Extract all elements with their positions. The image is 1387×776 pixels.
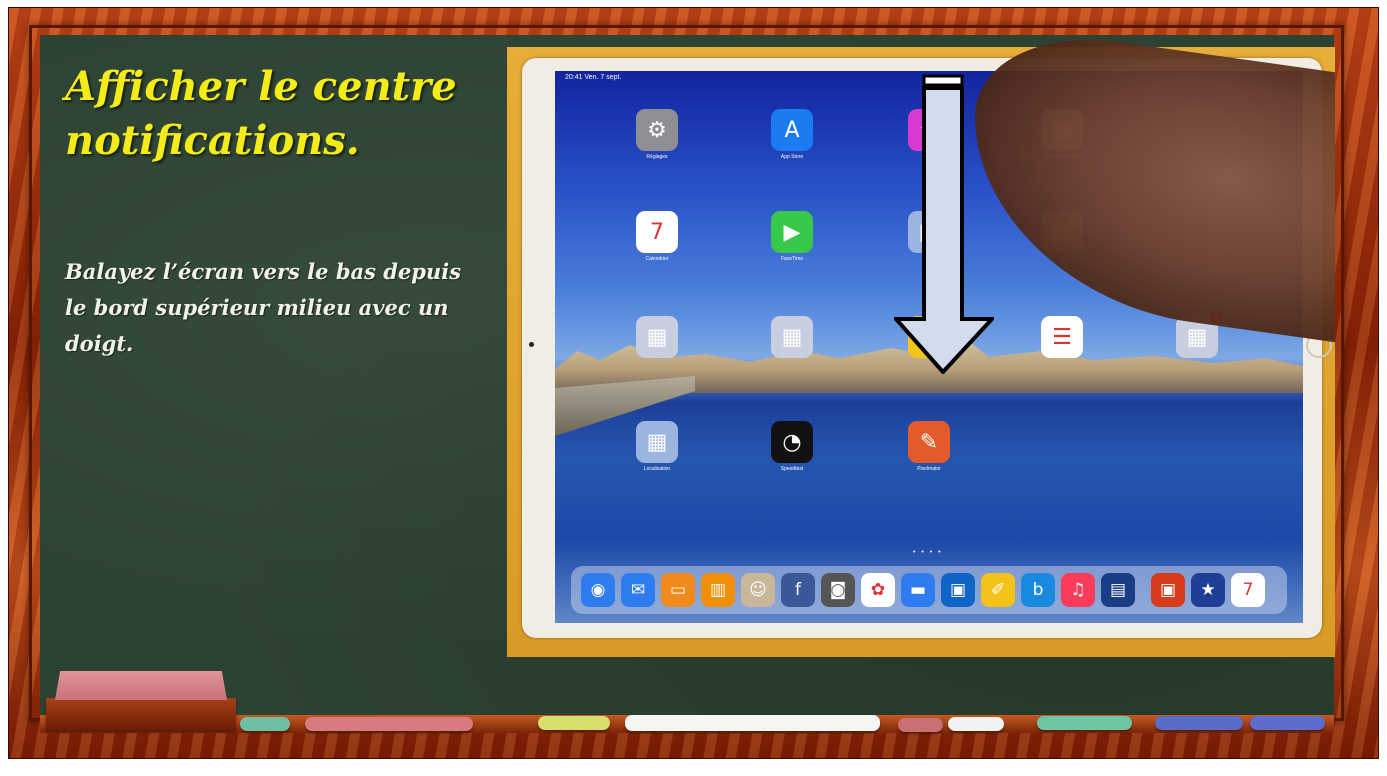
app-label: App Store — [780, 154, 804, 160]
speedometer-icon: ◔ — [771, 421, 813, 463]
app-label: Pixelmator — [917, 466, 941, 472]
status-bar: 20:41 Ven. 7 sept. — [565, 74, 622, 81]
app-store-icon: A — [771, 109, 813, 151]
calendar-small-icon[interactable]: 7 — [1231, 573, 1265, 607]
chalk-white-long — [625, 715, 880, 731]
app-speedometer[interactable]: ◔ Speedtest — [770, 421, 814, 472]
app-pixelmator[interactable]: ✎ Pixelmator — [907, 421, 951, 472]
mail-envelope-icon[interactable]: ✉ — [621, 573, 655, 607]
settings-gear-icon: ⚙ — [636, 109, 678, 151]
calendar-icon: 7 — [636, 211, 678, 253]
chalk-pink — [305, 717, 473, 731]
office-icon[interactable]: ▣ — [1151, 573, 1185, 607]
reminders-icon: ☰ — [1041, 316, 1083, 358]
instruction-text: Balayez l’écran vers le bas depuis le bo… — [65, 259, 462, 356]
chalk-blue-2 — [1250, 716, 1325, 730]
books-icon[interactable]: ▥ — [701, 573, 735, 607]
app-reminders[interactable]: ☰ — [1040, 316, 1084, 361]
app-calendar[interactable]: 7 Calendrier — [635, 211, 679, 262]
star-app-icon[interactable]: ★ — [1191, 573, 1225, 607]
app-settings-gear[interactable]: ⚙ Réglages — [635, 109, 679, 160]
app-label: Réglages — [646, 154, 668, 160]
video-camera-icon: ▶ — [771, 211, 813, 253]
eraser-felt — [55, 671, 227, 700]
dock: ◉ ✉ ▭ ▥ ☺ f ◙ ✿ ▬ ▣ ✐ b ♫ ▤ ▣ ★ 7 — [571, 566, 1287, 614]
pencil-notes-icon[interactable]: ✐ — [981, 573, 1015, 607]
files-folder-icon[interactable]: ▬ — [901, 573, 935, 607]
page-indicator[interactable]: • • • • — [913, 549, 943, 556]
eraser-base — [46, 698, 236, 730]
barcode-icon[interactable]: ▤ — [1101, 573, 1135, 607]
front-camera — [529, 342, 534, 347]
cassette-icon[interactable]: ▭ — [661, 573, 695, 607]
chalk-green-2 — [1037, 716, 1132, 730]
app-video-camera[interactable]: ▶ FaceTime — [770, 211, 814, 262]
music-icon[interactable]: ♫ — [1061, 573, 1095, 607]
app-label: Speedtest — [780, 466, 804, 472]
app-folder[interactable]: ▦ — [635, 316, 679, 361]
swipe-down-arrow-icon — [894, 74, 994, 374]
folder-icon: ▦ — [636, 316, 678, 358]
b-app-icon[interactable]: b — [1021, 573, 1055, 607]
safari-compass-icon[interactable]: ◉ — [581, 573, 615, 607]
app-folder[interactable]: ▦ — [770, 316, 814, 361]
outlook-icon[interactable]: ▣ — [941, 573, 975, 607]
app-label: Localisation — [643, 466, 671, 472]
app-label: Calendrier — [645, 256, 669, 262]
folder-icon: ▦ — [771, 316, 813, 358]
page-title: Afficher le centre notifications. — [65, 63, 457, 164]
facebook-icon[interactable]: f — [781, 573, 815, 607]
folder-icon: ▦ — [636, 421, 678, 463]
pixelmator-icon: ✎ — [908, 421, 950, 463]
chalk-white — [948, 717, 1004, 731]
photos-icon[interactable]: ✿ — [861, 573, 895, 607]
chalk-green — [240, 717, 290, 731]
app-label: FaceTime — [780, 256, 804, 262]
camera-icon[interactable]: ◙ — [821, 573, 855, 607]
chalk-pink-small — [898, 718, 943, 732]
app-app-store[interactable]: A App Store — [770, 109, 814, 160]
contacts-icon[interactable]: ☺ — [741, 573, 775, 607]
chalk-blue — [1155, 716, 1243, 730]
chalk-yellow — [538, 716, 610, 730]
app-folder[interactable]: ▦ Localisation — [635, 421, 679, 472]
